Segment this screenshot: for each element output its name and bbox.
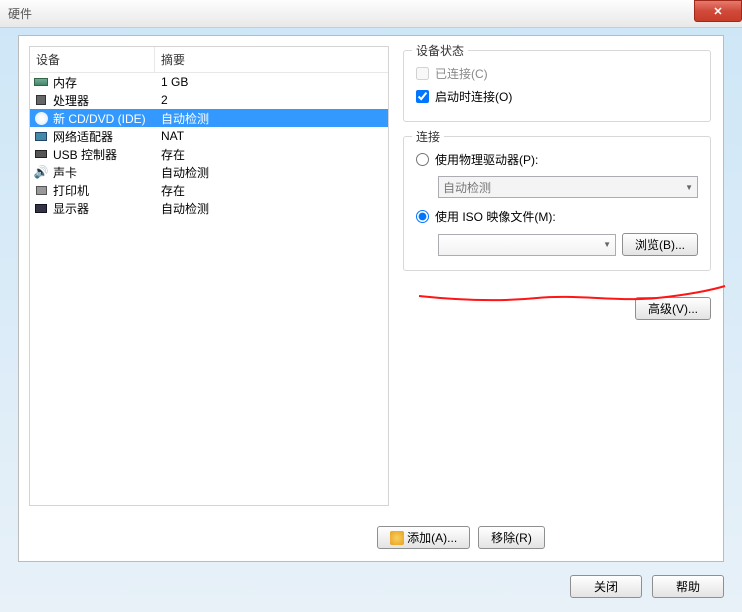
window-close-button[interactable]: ✕ — [694, 0, 742, 22]
device-row-printer[interactable]: 打印机 存在 — [30, 181, 388, 199]
iso-file-label: 使用 ISO 映像文件(M): — [435, 208, 556, 225]
iso-file-radio[interactable] — [416, 210, 429, 223]
physical-drive-label: 使用物理驱动器(P): — [435, 151, 538, 168]
browse-button[interactable]: 浏览(B)... — [622, 233, 698, 256]
iso-path-dropdown[interactable]: ▼ — [438, 234, 616, 256]
device-row-nic[interactable]: 网络适配器 NAT — [30, 127, 388, 145]
connect-on-start-checkbox[interactable] — [416, 90, 429, 103]
printer-icon — [33, 183, 49, 197]
sound-icon: 🔊 — [33, 165, 49, 179]
add-hardware-button[interactable]: 添加(A)... — [377, 526, 470, 549]
device-status-group: 设备状态 已连接(C) 启动时连接(O) — [403, 50, 711, 122]
column-summary-header[interactable]: 摘要 — [155, 47, 388, 72]
device-row-memory[interactable]: 内存 1 GB — [30, 73, 388, 91]
column-device-header[interactable]: 设备 — [30, 47, 155, 72]
cd-icon — [33, 111, 49, 125]
chevron-down-icon: ▼ — [603, 240, 611, 249]
device-row-usb[interactable]: USB 控制器 存在 — [30, 145, 388, 163]
cpu-icon — [33, 93, 49, 107]
connected-label: 已连接(C) — [435, 65, 488, 82]
connection-group: 连接 使用物理驱动器(P): 自动检测 ▼ 使用 ISO 映像文件(M): — [403, 136, 711, 271]
physical-drive-radio[interactable] — [416, 153, 429, 166]
device-list: 设备 摘要 内存 1 GB 处理器 2 新 CD/DVD (IDE) 自动检测 — [29, 46, 389, 506]
close-button[interactable]: 关闭 — [570, 575, 642, 598]
window-title: 硬件 — [8, 5, 32, 22]
connection-title: 连接 — [412, 128, 444, 145]
help-button[interactable]: 帮助 — [652, 575, 724, 598]
connect-on-start-label: 启动时连接(O) — [435, 88, 512, 105]
usb-icon — [33, 147, 49, 161]
display-icon — [33, 201, 49, 215]
advanced-button[interactable]: 高级(V)... — [635, 297, 711, 320]
nic-icon — [33, 129, 49, 143]
right-panel: 设备状态 已连接(C) 启动时连接(O) 连接 使用物理驱动器(P): — [401, 46, 713, 506]
dialog-footer: 关闭 帮助 — [570, 575, 724, 598]
physical-drive-dropdown[interactable]: 自动检测 ▼ — [438, 176, 698, 198]
device-row-sound[interactable]: 🔊 声卡 自动检测 — [30, 163, 388, 181]
dialog-body: 设备 摘要 内存 1 GB 处理器 2 新 CD/DVD (IDE) 自动检测 — [18, 35, 724, 562]
titlebar: 硬件 ✕ — [0, 0, 742, 28]
device-status-title: 设备状态 — [412, 42, 468, 59]
connected-checkbox[interactable] — [416, 67, 429, 80]
device-row-cpu[interactable]: 处理器 2 — [30, 91, 388, 109]
close-icon: ✕ — [713, 5, 722, 18]
memory-icon — [33, 75, 49, 89]
shield-icon — [390, 531, 404, 545]
hardware-buttons: 添加(A)... 移除(R) — [19, 526, 723, 549]
list-header: 设备 摘要 — [30, 47, 388, 73]
device-row-display[interactable]: 显示器 自动检测 — [30, 199, 388, 217]
chevron-down-icon: ▼ — [685, 183, 693, 192]
remove-hardware-button[interactable]: 移除(R) — [478, 526, 545, 549]
device-row-cddvd[interactable]: 新 CD/DVD (IDE) 自动检测 — [30, 109, 388, 127]
